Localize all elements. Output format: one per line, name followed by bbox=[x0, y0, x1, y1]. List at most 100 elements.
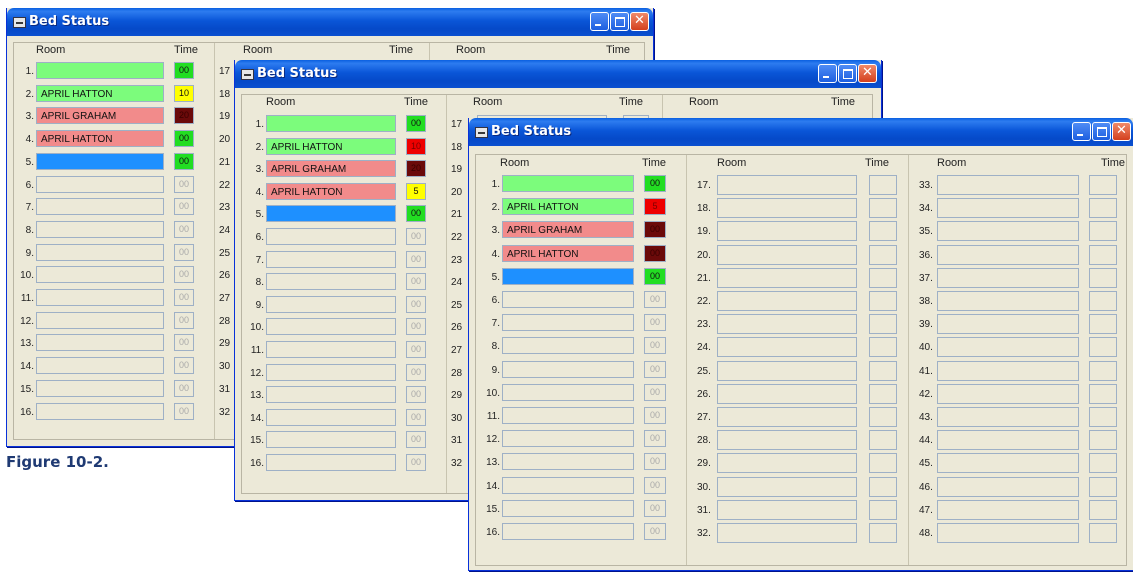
patient-name-field[interactable] bbox=[266, 115, 396, 132]
patient-name-field[interactable] bbox=[937, 360, 1079, 381]
minimize-button[interactable] bbox=[818, 64, 837, 83]
patient-name-field[interactable] bbox=[717, 267, 857, 288]
title-bar[interactable]: Bed Status ✕ bbox=[7, 8, 653, 36]
patient-name-field[interactable] bbox=[502, 383, 634, 401]
patient-name-field[interactable] bbox=[266, 431, 396, 449]
time-field[interactable] bbox=[1089, 523, 1117, 543]
patient-name-field[interactable]: APRIL HATTON bbox=[502, 198, 634, 216]
patient-name-field[interactable] bbox=[717, 383, 857, 404]
patient-name-field[interactable] bbox=[717, 291, 857, 311]
patient-name-field[interactable] bbox=[937, 523, 1079, 543]
time-field[interactable] bbox=[869, 267, 897, 288]
time-field[interactable]: 00 bbox=[174, 152, 194, 170]
time-field[interactable]: 00 bbox=[174, 175, 194, 193]
time-field[interactable]: 10 bbox=[406, 137, 426, 155]
time-field[interactable]: 00 bbox=[174, 266, 194, 284]
patient-name-field[interactable] bbox=[717, 476, 857, 497]
patient-name-field[interactable] bbox=[266, 295, 396, 313]
time-field[interactable]: 00 bbox=[644, 291, 666, 308]
time-field[interactable]: 10 bbox=[174, 84, 194, 102]
time-field[interactable] bbox=[869, 291, 897, 311]
title-bar[interactable]: Bed Status ✕ bbox=[469, 118, 1133, 146]
patient-name-field[interactable]: APRIL HATTON bbox=[266, 182, 396, 200]
time-field[interactable] bbox=[869, 453, 897, 474]
maximize-button[interactable] bbox=[838, 64, 857, 83]
time-field[interactable]: 00 bbox=[406, 228, 426, 245]
time-field[interactable]: 00 bbox=[174, 243, 194, 261]
patient-name-field[interactable] bbox=[717, 407, 857, 427]
patient-name-field[interactable] bbox=[717, 499, 857, 520]
patient-name-field[interactable] bbox=[36, 266, 164, 284]
time-field[interactable]: 00 bbox=[644, 499, 666, 517]
patient-name-field[interactable] bbox=[937, 267, 1079, 288]
time-field[interactable] bbox=[1089, 453, 1117, 474]
time-field[interactable] bbox=[1089, 291, 1117, 311]
time-field[interactable]: 00 bbox=[174, 220, 194, 238]
patient-name-field[interactable] bbox=[937, 430, 1079, 451]
patient-name-field[interactable] bbox=[36, 334, 164, 352]
patient-name-field[interactable] bbox=[502, 175, 634, 192]
time-field[interactable]: 00 bbox=[644, 360, 666, 378]
patient-name-field[interactable] bbox=[502, 314, 634, 332]
patient-name-field[interactable] bbox=[36, 62, 164, 79]
time-field[interactable]: 00 bbox=[406, 431, 426, 449]
time-field[interactable] bbox=[869, 337, 897, 358]
patient-name-field[interactable] bbox=[502, 267, 634, 285]
patient-name-field[interactable] bbox=[502, 476, 634, 494]
time-field[interactable]: 00 bbox=[174, 198, 194, 216]
time-field[interactable]: 00 bbox=[644, 244, 666, 262]
patient-name-field[interactable] bbox=[36, 379, 164, 397]
patient-name-field[interactable] bbox=[266, 250, 396, 268]
patient-name-field[interactable]: APRIL HATTON bbox=[36, 130, 164, 148]
patient-name-field[interactable] bbox=[717, 337, 857, 358]
time-field[interactable]: 00 bbox=[644, 221, 666, 239]
patient-name-field[interactable] bbox=[266, 318, 396, 336]
patient-name-field[interactable] bbox=[937, 337, 1079, 358]
patient-name-field[interactable] bbox=[36, 357, 164, 375]
time-field[interactable] bbox=[1089, 383, 1117, 404]
time-field[interactable] bbox=[1089, 221, 1117, 242]
patient-name-field[interactable]: APRIL HATTON bbox=[502, 244, 634, 262]
time-field[interactable]: 00 bbox=[406, 341, 426, 358]
patient-name-field[interactable] bbox=[937, 453, 1079, 474]
patient-name-field[interactable]: APRIL HATTON bbox=[266, 137, 396, 155]
title-bar[interactable]: Bed Status ✕ bbox=[235, 60, 881, 88]
patient-name-field[interactable] bbox=[502, 360, 634, 378]
patient-name-field[interactable] bbox=[266, 228, 396, 245]
time-field[interactable]: 00 bbox=[644, 175, 666, 192]
time-field[interactable]: 00 bbox=[644, 407, 666, 424]
patient-name-field[interactable] bbox=[502, 337, 634, 355]
time-field[interactable]: 20 bbox=[174, 107, 194, 125]
time-field[interactable] bbox=[869, 175, 897, 195]
time-field[interactable] bbox=[1089, 314, 1117, 335]
patient-name-field[interactable] bbox=[36, 402, 164, 420]
patient-name-field[interactable] bbox=[502, 430, 634, 448]
time-field[interactable] bbox=[1089, 337, 1117, 358]
patient-name-field[interactable] bbox=[266, 341, 396, 358]
patient-name-field[interactable] bbox=[717, 198, 857, 219]
patient-name-field[interactable]: APRIL GRAHAM bbox=[36, 107, 164, 125]
time-field[interactable]: 00 bbox=[406, 295, 426, 313]
patient-name-field[interactable] bbox=[717, 360, 857, 381]
patient-name-field[interactable] bbox=[502, 453, 634, 471]
patient-name-field[interactable] bbox=[36, 198, 164, 216]
time-field[interactable] bbox=[869, 523, 897, 543]
maximize-button[interactable] bbox=[1092, 122, 1111, 141]
time-field[interactable]: 00 bbox=[406, 408, 426, 426]
time-field[interactable]: 00 bbox=[174, 62, 194, 79]
time-field[interactable]: 00 bbox=[644, 430, 666, 448]
time-field[interactable]: 00 bbox=[644, 453, 666, 471]
patient-name-field[interactable] bbox=[717, 314, 857, 335]
minimize-button[interactable] bbox=[1072, 122, 1091, 141]
patient-name-field[interactable]: APRIL HATTON bbox=[36, 84, 164, 102]
patient-name-field[interactable] bbox=[36, 243, 164, 261]
close-button[interactable]: ✕ bbox=[1112, 122, 1131, 141]
close-button[interactable]: ✕ bbox=[858, 64, 877, 83]
time-field[interactable]: 00 bbox=[406, 250, 426, 268]
patient-name-field[interactable] bbox=[937, 314, 1079, 335]
patient-name-field[interactable] bbox=[937, 221, 1079, 242]
patient-name-field[interactable] bbox=[36, 289, 164, 306]
time-field[interactable]: 00 bbox=[644, 523, 666, 540]
time-field[interactable] bbox=[1089, 267, 1117, 288]
time-field[interactable] bbox=[869, 407, 897, 427]
